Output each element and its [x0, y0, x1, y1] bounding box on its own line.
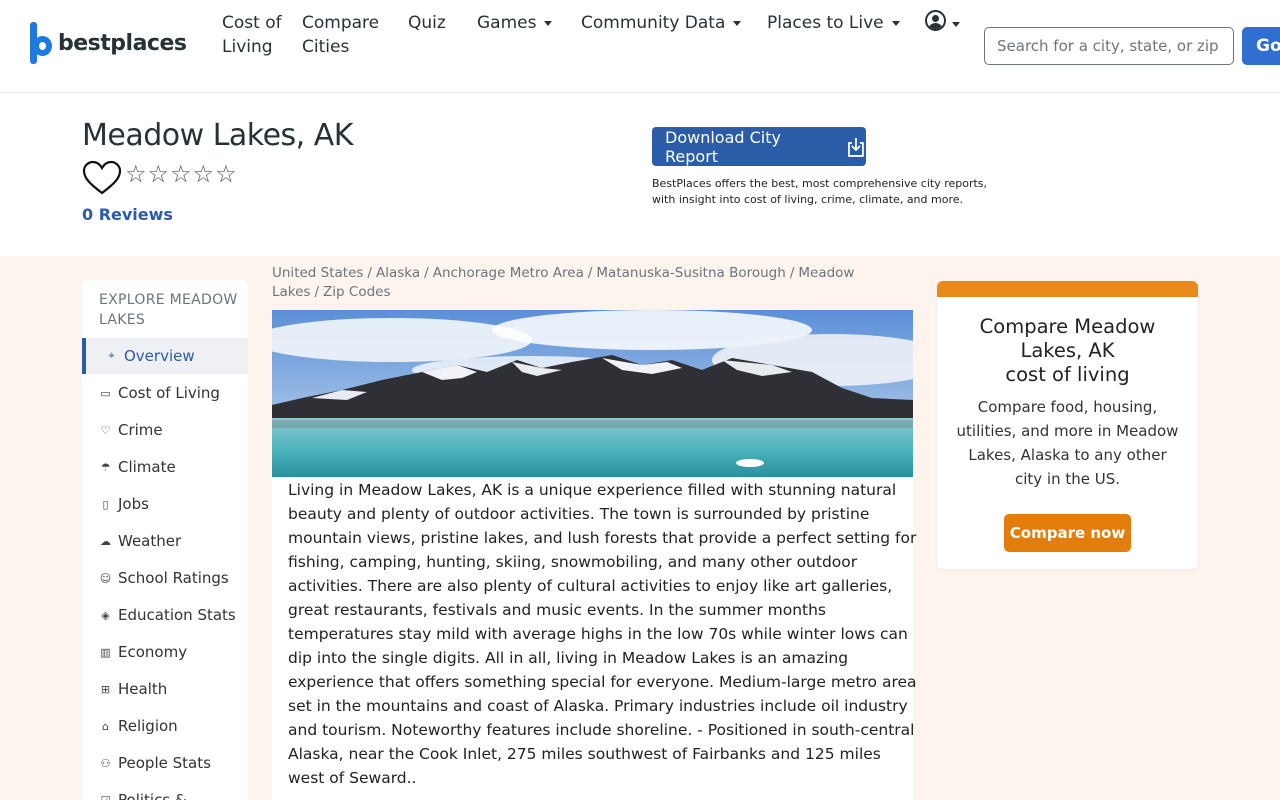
people-icon: ⚇	[100, 756, 111, 770]
compare-card-title-line2: cost of living	[1005, 363, 1130, 386]
nav-community-data[interactable]: Community Data	[581, 11, 742, 35]
sidebar-item-label: Religion	[118, 717, 178, 735]
sidebar-item-jobs[interactable]: ▯ Jobs	[82, 486, 248, 522]
vote-icon: ☑	[100, 793, 111, 800]
card-accent-bar	[937, 281, 1198, 297]
wallet-icon: ▭	[100, 386, 111, 400]
sidebar-item-label: Weather	[118, 532, 182, 550]
nav-places-to-live-label: Places to Live	[767, 13, 884, 33]
explore-title: EXPLORE MEADOW LAKES	[99, 292, 238, 328]
breadcrumb-link[interactable]: Alaska	[376, 265, 420, 281]
sidebar-item-education-stats[interactable]: ◈ Education Stats	[82, 597, 248, 633]
face-icon: ☺	[99, 571, 112, 585]
city-description: Living in Meadow Lakes, AK is a unique e…	[288, 481, 917, 787]
page-title: Meadow Lakes, AK	[82, 118, 353, 153]
compare-card-title: Compare Meadow Lakes, AK cost of living	[937, 315, 1198, 387]
map-pin-icon: ⌖	[108, 349, 115, 362]
bestplaces-logo[interactable]: bestplaces	[30, 22, 187, 64]
sidebar-item-label: Climate	[118, 458, 176, 476]
nav-games-label: Games	[477, 13, 537, 33]
sidebar-item-economy[interactable]: ▥ Economy	[82, 634, 248, 670]
church-icon: ⌂	[102, 719, 109, 733]
sidebar-item-label: Health	[118, 680, 168, 698]
sidebar-item-health[interactable]: ⊞ Health	[82, 671, 248, 707]
breadcrumb-link[interactable]: Zip Codes	[323, 284, 390, 300]
cloud-rain-icon: ☁	[100, 534, 111, 548]
medical-icon: ⊞	[100, 682, 111, 696]
nav-community-data-label: Community Data	[581, 13, 726, 33]
hero-mountain-lake-image	[272, 310, 913, 477]
nav-compare-cities[interactable]: Compare Cities	[302, 11, 392, 59]
chevron-down-icon	[891, 20, 900, 26]
download-city-report-label: Download City Report	[665, 127, 781, 166]
sidebar-item-label: People Stats	[118, 754, 211, 772]
logo-text: bestplaces	[58, 30, 187, 56]
nav-games[interactable]: Games	[477, 11, 553, 35]
sidebar-item-label: Economy	[118, 643, 188, 661]
star-rating[interactable]: ☆☆☆☆☆	[125, 160, 238, 188]
nav-cost-of-living-label: Cost of Living	[222, 13, 282, 57]
nav-quiz[interactable]: Quiz	[408, 11, 446, 35]
nav-compare-cities-label: Compare Cities	[302, 13, 380, 57]
sidebar-item-label: Education Stats	[118, 606, 236, 624]
breadcrumb-link[interactable]: Anchorage Metro Area	[433, 265, 584, 281]
compare-now-button[interactable]: Compare now	[1004, 514, 1131, 552]
overview-card: Living in Meadow Lakes, AK is a unique e…	[272, 310, 917, 800]
umbrella-icon: ☂	[100, 460, 111, 474]
sidebar-item-weather[interactable]: ☁ Weather	[82, 523, 248, 559]
chevron-down-icon	[733, 20, 742, 26]
user-account-icon[interactable]	[925, 10, 946, 31]
sidebar-item-label: Cost of Living	[118, 384, 220, 402]
explore-sidebar: EXPLORE MEADOW LAKES ⌖ Overview ▭ Cost of …	[82, 280, 248, 800]
sidebar-item-religion[interactable]: ⌂ Religion	[82, 708, 248, 744]
breadcrumb-link[interactable]: Matanuska-Susitna Borough	[596, 265, 785, 281]
shield-icon: ♡	[100, 423, 111, 437]
nav-cost-of-living[interactable]: Cost of Living	[222, 11, 282, 59]
sidebar-item-crime[interactable]: ♡ Crime	[82, 412, 248, 448]
logo-b-icon	[30, 22, 52, 64]
breadcrumb-link[interactable]: United States	[272, 265, 363, 281]
compare-card-description: Compare food, housing, utilities, and mo…	[956, 398, 1179, 488]
top-navbar: bestplaces Cost of Living Compare Cities…	[0, 0, 1280, 93]
compare-card-title-line1: Compare Meadow Lakes, AK	[979, 315, 1156, 362]
sidebar-item-label: Crime	[118, 421, 163, 439]
sidebar-item-label: Politics &	[118, 791, 187, 800]
download-icon	[848, 137, 864, 157]
chevron-down-icon	[544, 20, 553, 26]
bank-icon: ▥	[100, 645, 111, 659]
search-go-button[interactable]: Go	[1242, 27, 1280, 65]
sidebar-item-overview[interactable]: ⌖ Overview	[82, 338, 248, 374]
sidebar-item-label: Jobs	[118, 495, 149, 513]
nav-quiz-label: Quiz	[408, 13, 446, 33]
reviews-link[interactable]: 0 Reviews	[82, 205, 173, 224]
sidebar-item-politics[interactable]: ☑ Politics &	[82, 782, 248, 800]
graduation-cap-icon: ◈	[101, 608, 110, 622]
sidebar-item-label: School Ratings	[118, 569, 229, 587]
user-menu-chevron-icon[interactable]	[952, 22, 960, 27]
sidebar-item-people-stats[interactable]: ⚇ People Stats	[82, 745, 248, 781]
compare-cost-card: Compare Meadow Lakes, AK cost of living …	[937, 281, 1198, 569]
sidebar-item-climate[interactable]: ☂ Climate	[82, 449, 248, 485]
download-city-report-button[interactable]: Download City Report	[652, 127, 866, 166]
breadcrumb: United States / Alaska / Anchorage Metro Are…	[272, 265, 855, 300]
clipboard-icon: ▯	[102, 497, 109, 511]
sidebar-item-school-ratings[interactable]: ☺ School Ratings	[82, 560, 248, 596]
search-input[interactable]	[984, 27, 1234, 65]
sidebar-item-cost-of-living[interactable]: ▭ Cost of Living	[82, 375, 248, 411]
nav-places-to-live[interactable]: Places to Live	[767, 11, 900, 35]
download-note: BestPlaces offers the best, most compreh…	[652, 177, 988, 206]
sidebar-item-label: Overview	[124, 347, 195, 365]
heart-icon[interactable]	[82, 160, 122, 196]
